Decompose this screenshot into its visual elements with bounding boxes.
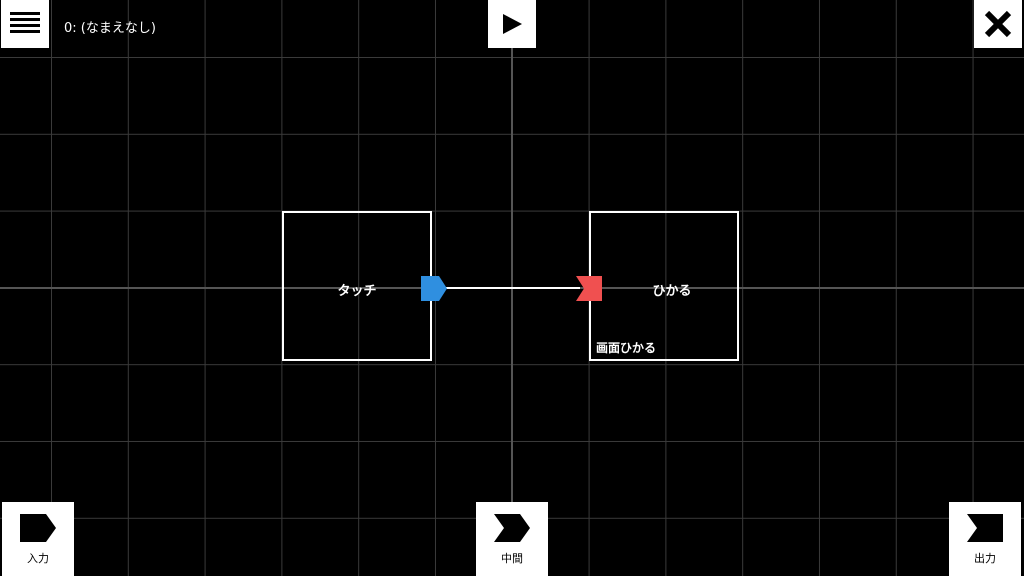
hamburger-menu-icon	[10, 12, 40, 33]
output-node-icon	[967, 514, 1003, 542]
add-output-node-button[interactable]: 出力	[949, 502, 1021, 576]
node-touch[interactable]: タッチ	[282, 211, 432, 361]
input-label: 入力	[27, 552, 49, 565]
node-light-sublabel: 画面ひかる	[596, 341, 657, 355]
node-touch-label: タッチ	[337, 284, 377, 299]
close-button[interactable]	[974, 0, 1022, 48]
input-port[interactable]	[576, 276, 602, 301]
middle-label: 中間	[501, 552, 523, 565]
output-port[interactable]	[421, 276, 447, 301]
add-input-node-button[interactable]: 入力	[2, 502, 74, 576]
menu-button[interactable]	[1, 0, 49, 48]
middle-node-icon	[494, 514, 530, 542]
output-label: 出力	[974, 552, 996, 565]
add-middle-node-button[interactable]: 中間	[476, 502, 548, 576]
node-light-label: ひかる	[652, 284, 692, 299]
input-node-icon	[20, 514, 56, 542]
close-icon	[984, 10, 1012, 38]
play-icon	[503, 14, 522, 34]
file-name: 0: (なまえなし)	[64, 21, 156, 36]
node-light[interactable]: ひかる 画面ひかる	[589, 211, 739, 361]
connection-wire[interactable]	[446, 287, 580, 289]
play-button[interactable]	[488, 0, 536, 48]
